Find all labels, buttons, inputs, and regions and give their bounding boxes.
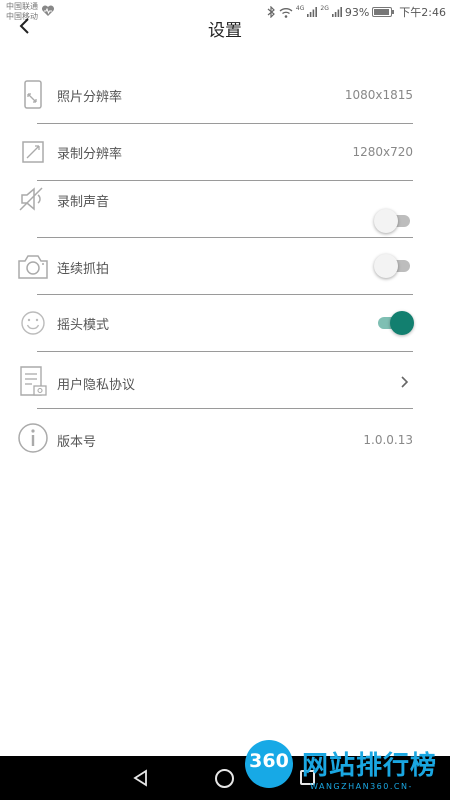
setting-record-resolution[interactable]: 录制分辨率 1280x720 <box>0 124 450 181</box>
watermark: 360 网站排行榜 WANGZHAN360.CN- <box>240 740 450 800</box>
network-4g-label: 4G <box>295 4 305 12</box>
network-2g-label: 2G <box>320 4 329 12</box>
battery-fill <box>374 9 390 15</box>
page-title: 设置 <box>208 21 242 41</box>
setting-value: 1080x1815 <box>344 88 413 102</box>
watermark-text: 网站排行榜 <box>302 751 438 781</box>
chevron-right-icon <box>401 376 409 388</box>
setting-version: 版本号 1.0.0.13 <box>0 409 450 466</box>
resize-icon <box>22 141 44 163</box>
carrier-line-1: 中国联通 <box>6 2 38 11</box>
record-sound-toggle[interactable] <box>374 209 410 233</box>
setting-label: 用户隐私协议 <box>57 378 136 393</box>
setting-label: 连续抓拍 <box>57 262 110 277</box>
setting-label: 摇头模式 <box>57 318 110 333</box>
settings-list: 照片分辨率 1080x1815 录制分辨率 1280x720 录制声音 连续抓拍… <box>0 67 450 466</box>
nav-home-button[interactable] <box>215 769 234 788</box>
setting-value: 1.0.0.13 <box>363 433 413 447</box>
toggle-thumb <box>390 311 414 335</box>
setting-label: 照片分辨率 <box>57 90 123 105</box>
setting-photo-resolution[interactable]: 照片分辨率 1080x1815 <box>0 67 450 124</box>
head-shake-mode-toggle[interactable] <box>378 311 414 335</box>
triangle-back-icon <box>133 769 147 787</box>
info-icon <box>18 423 48 453</box>
setting-label: 版本号 <box>57 435 97 450</box>
setting-burst-shot: 连续抓拍 <box>0 238 450 295</box>
setting-privacy-policy[interactable]: 用户隐私协议 <box>0 352 450 409</box>
setting-value: 1280x720 <box>352 145 413 159</box>
toggle-thumb <box>374 254 398 278</box>
setting-label: 录制声音 <box>57 195 110 210</box>
document-icon <box>20 366 47 396</box>
watermark-subtext: WANGZHAN360.CN- <box>310 782 413 791</box>
nav-back-button[interactable] <box>132 769 150 787</box>
setting-label: 录制分辨率 <box>57 147 123 162</box>
speaker-muted-icon <box>19 187 43 211</box>
setting-record-sound: 录制声音 <box>0 181 450 238</box>
toggle-thumb <box>374 209 398 233</box>
phone-icon <box>24 80 42 109</box>
smile-icon <box>21 311 45 335</box>
setting-head-shake-mode: 摇头模式 <box>0 295 450 352</box>
burst-shot-toggle[interactable] <box>374 254 410 278</box>
camera-icon <box>18 255 48 279</box>
settings-screen: 中国联通 中国移动 4G 2G 93% 下午2:46 设置 照片分辨率 1080… <box>0 0 450 800</box>
watermark-number: 360 <box>249 750 289 772</box>
